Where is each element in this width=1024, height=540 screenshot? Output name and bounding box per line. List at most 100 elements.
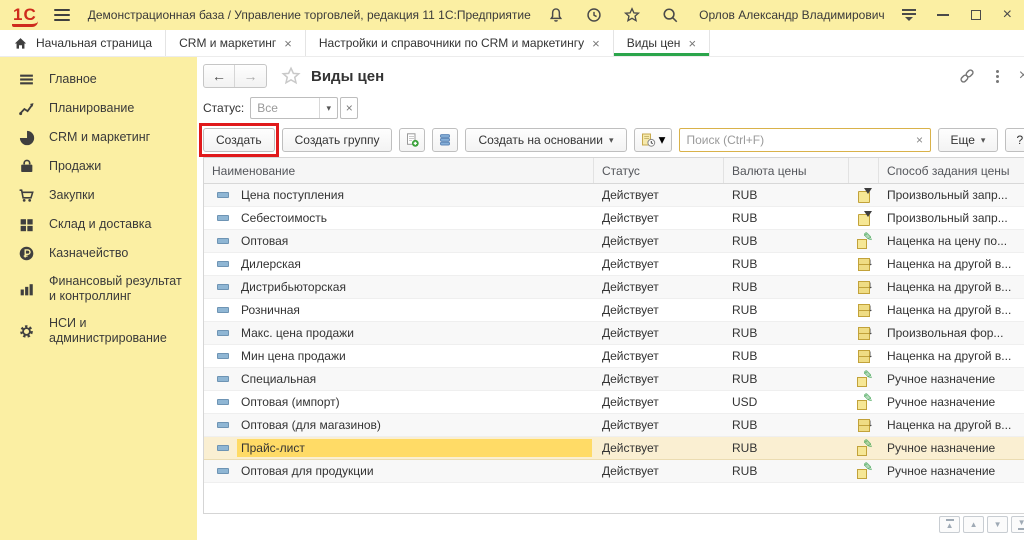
sidebar-item-warehouse[interactable]: Склад и доставка: [0, 210, 197, 239]
search-input[interactable]: [680, 133, 910, 147]
tab-label: Начальная страница: [36, 36, 152, 50]
sidebar-item-planning[interactable]: Планирование: [0, 94, 197, 123]
add-to-favorites-icon[interactable]: [281, 66, 301, 86]
sidebar-item-admin[interactable]: НСИ и администрирование: [0, 310, 197, 352]
treasury-ruble-icon: [17, 245, 36, 262]
item-icon: [217, 192, 229, 198]
create-group-button[interactable]: Создать группу: [282, 128, 393, 152]
go-top-icon[interactable]: ▲: [939, 516, 960, 533]
go-up-icon[interactable]: ▲: [963, 516, 984, 533]
item-icon: [217, 376, 229, 382]
column-header-method-icon[interactable]: [849, 158, 879, 183]
filter-row: Статус: Все ▾ ×: [203, 95, 1024, 121]
chevron-down-icon[interactable]: ▾: [319, 98, 337, 118]
column-header-method[interactable]: Способ задания цены: [879, 158, 1024, 183]
item-icon: [217, 284, 229, 290]
app-logo-1c: 1С: [12, 4, 38, 27]
sidebar-item-purchases[interactable]: Закупки: [0, 181, 197, 210]
create-button[interactable]: Создать: [203, 128, 275, 152]
item-icon: [217, 445, 229, 451]
table-row[interactable]: Дистрибьюторская Действует RUB Наценка н…: [204, 276, 1024, 299]
main-menu-icon: [17, 71, 36, 88]
more-actions-icon[interactable]: [996, 70, 999, 83]
section-panel: Главное Планирование CRM и маркетинг Про…: [0, 57, 197, 540]
table-row[interactable]: Оптовая для продукции Действует RUB Ручн…: [204, 460, 1024, 483]
tab-crm-marketing[interactable]: CRM и маркетинг ×: [166, 30, 306, 56]
notifications-icon[interactable]: [547, 6, 565, 24]
warehouse-grid-icon: [17, 216, 36, 233]
tab-home[interactable]: Начальная страница: [0, 30, 166, 56]
chevron-down-icon: ▾: [609, 135, 614, 146]
column-header-currency[interactable]: Валюта цены: [724, 158, 849, 183]
help-button[interactable]: ?: [1005, 128, 1024, 152]
item-icon: [217, 353, 229, 359]
list-settings-button[interactable]: [432, 128, 458, 152]
item-icon: [217, 238, 229, 244]
planning-icon: [17, 100, 36, 117]
table-row[interactable]: Специальная Действует RUB Ручное назначе…: [204, 368, 1024, 391]
table-row[interactable]: Дилерская Действует RUB Наценка на друго…: [204, 253, 1024, 276]
item-icon: [217, 422, 229, 428]
minimize-icon[interactable]: [937, 14, 949, 16]
favorites-icon[interactable]: [623, 6, 641, 24]
price-method-icon: [856, 349, 872, 364]
more-button[interactable]: Еще ▾: [938, 128, 999, 152]
window-title: Демонстрационная база / Управление торго…: [88, 8, 531, 22]
nav-back-button[interactable]: ←: [204, 65, 235, 87]
sidebar-item-sales[interactable]: Продажи: [0, 152, 197, 181]
crm-pie-icon: [17, 129, 36, 146]
column-header-name[interactable]: Наименование: [204, 158, 594, 183]
column-header-status[interactable]: Статус: [594, 158, 724, 183]
table-body: Цена поступления Действует RUB Произволь…: [204, 184, 1024, 483]
status-filter-clear-button[interactable]: ×: [340, 97, 358, 119]
item-icon: [217, 261, 229, 267]
close-icon[interactable]: ×: [1003, 7, 1012, 23]
status-filter-value: Все: [251, 101, 319, 115]
current-user[interactable]: Орлов Александр Владимирович: [699, 8, 885, 22]
sidebar-item-finance[interactable]: Финансовый результат и контроллинг: [0, 268, 197, 310]
tab-crm-settings[interactable]: Настройки и справочники по CRM и маркети…: [306, 30, 614, 56]
chevron-down-icon: ▾: [659, 132, 666, 148]
table-row[interactable]: Себестоимость Действует RUB Произвольный…: [204, 207, 1024, 230]
table-row-selected[interactable]: Прайс-лист Действует RUB Ручное назначен…: [204, 437, 1024, 460]
admin-gear-icon: [17, 323, 36, 340]
price-method-icon: [856, 418, 872, 433]
table-row[interactable]: Макс. цена продажи Действует RUB Произво…: [204, 322, 1024, 345]
tab-price-types[interactable]: Виды цен ×: [614, 30, 710, 56]
go-down-icon[interactable]: ▼: [987, 516, 1008, 533]
copy-item-button[interactable]: [399, 128, 425, 152]
sidebar-item-crm[interactable]: CRM и маркетинг: [0, 123, 197, 152]
panel-toggle-icon[interactable]: [901, 9, 917, 21]
create-based-on-button[interactable]: Создать на основании ▾: [465, 128, 626, 152]
nav-forward-button[interactable]: →: [235, 65, 266, 87]
change-history-button[interactable]: ▾: [634, 128, 672, 152]
table-row[interactable]: Оптовая (для магазинов) Действует RUB На…: [204, 414, 1024, 437]
sidebar-item-main[interactable]: Главное: [0, 65, 197, 94]
table-row[interactable]: Оптовая Действует RUB Наценка на цену по…: [204, 230, 1024, 253]
table-row[interactable]: Оптовая (импорт) Действует USD Ручное на…: [204, 391, 1024, 414]
close-form-icon[interactable]: ×: [1019, 68, 1024, 84]
purchases-cart-icon: [17, 187, 36, 204]
price-method-icon: [856, 372, 872, 387]
search-clear-icon[interactable]: ×: [910, 133, 930, 147]
status-filter-combobox[interactable]: Все ▾: [250, 97, 338, 119]
go-bottom-icon[interactable]: ▼: [1011, 516, 1024, 533]
table-row[interactable]: Мин цена продажи Действует RUB Наценка н…: [204, 345, 1024, 368]
get-link-icon[interactable]: [958, 67, 976, 85]
sidebar-item-treasury[interactable]: Казначейство: [0, 239, 197, 268]
history-icon[interactable]: [585, 6, 603, 24]
table-row[interactable]: Розничная Действует RUB Наценка на друго…: [204, 299, 1024, 322]
table-row[interactable]: Цена поступления Действует RUB Произволь…: [204, 184, 1024, 207]
search-icon[interactable]: [661, 6, 679, 24]
maximize-icon[interactable]: [971, 10, 981, 20]
tab-close-icon[interactable]: ×: [688, 37, 696, 50]
main-menu-icon[interactable]: [54, 9, 70, 21]
finance-bars-icon: [17, 281, 36, 298]
price-method-icon: [856, 280, 872, 295]
tab-label: Виды цен: [627, 36, 681, 50]
tab-close-icon[interactable]: ×: [592, 37, 600, 50]
price-method-icon: [856, 303, 872, 318]
price-types-table: Наименование Статус Валюта цены Способ з…: [203, 157, 1024, 514]
tab-close-icon[interactable]: ×: [284, 37, 292, 50]
chevron-down-icon: ▾: [981, 135, 986, 146]
